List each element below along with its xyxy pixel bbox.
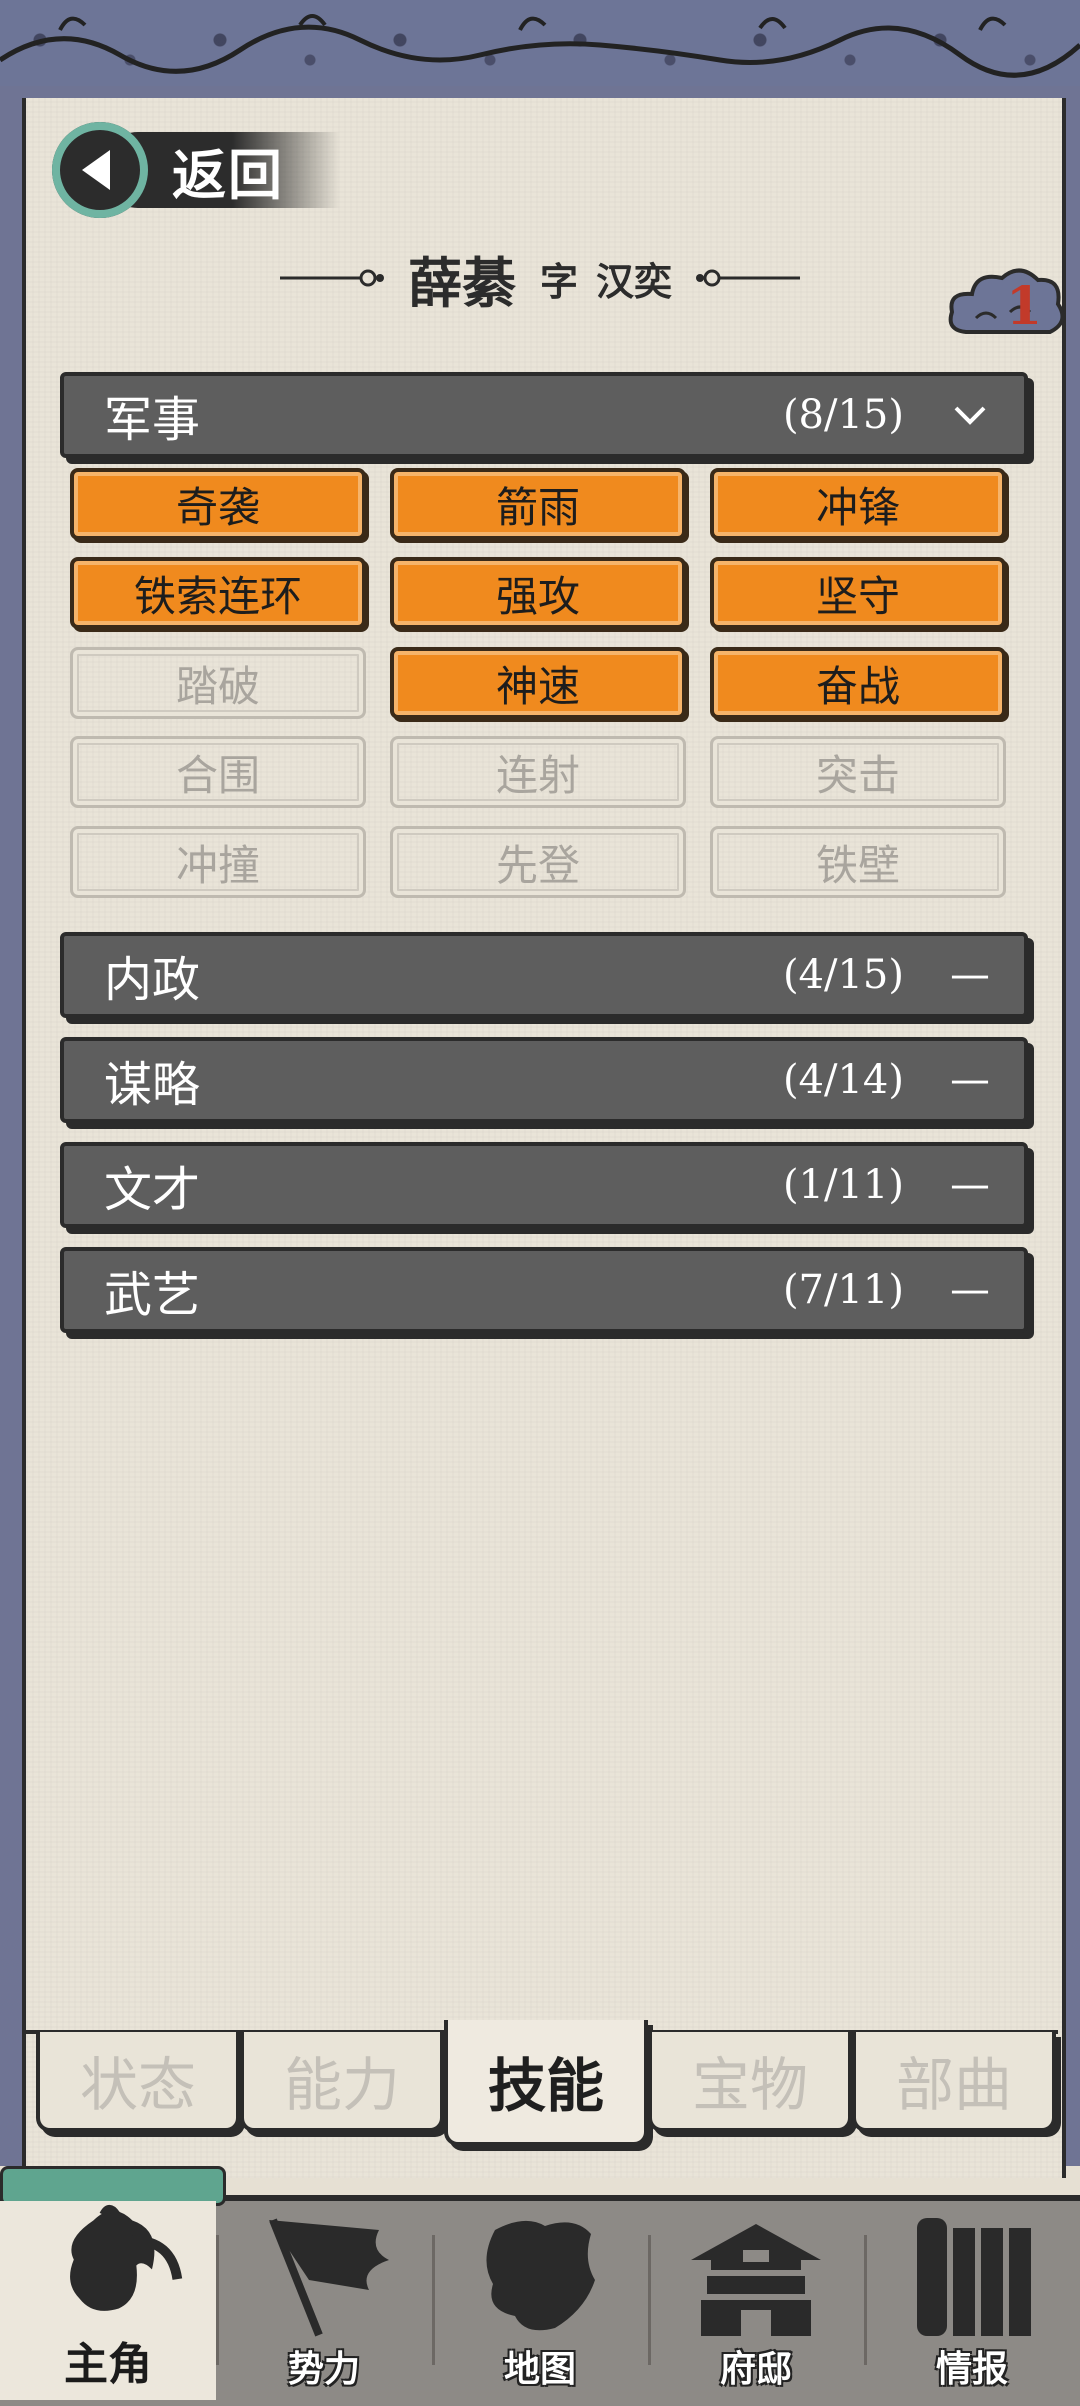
flag-icon <box>269 2218 389 2337</box>
tab-skills[interactable]: 技能 <box>444 2020 648 2146</box>
back-label: 返回 <box>172 142 284 207</box>
nav-mansion[interactable]: 府邸 <box>648 2201 864 2400</box>
section-count: (8/15) <box>782 392 904 438</box>
nav-label: 主角 <box>64 2339 152 2390</box>
section-header-strategy[interactable]: 谋略 (4/14) — <box>60 1037 1028 1123</box>
nav-hero[interactable]: 主角 <box>0 2201 216 2400</box>
section-count: (1/11) <box>782 1162 904 1208</box>
section-header-martial[interactable]: 武艺 (7/11) — <box>60 1247 1028 1333</box>
collapse-dash-icon[interactable]: — <box>950 1162 990 1208</box>
skill-button[interactable]: 奇袭 <box>70 468 366 540</box>
tab-treasure[interactable]: 宝物 <box>648 2032 852 2132</box>
section-title: 军事 <box>104 392 201 448</box>
section-header-literature[interactable]: 文才 (1/11) — <box>60 1142 1028 1228</box>
section-title: 文才 <box>104 1162 201 1218</box>
skill-button[interactable]: 先登 <box>390 826 686 898</box>
collapse-dash-icon[interactable]: — <box>950 1057 990 1103</box>
top-decorative-banner <box>0 0 1080 92</box>
scroll-icon <box>917 2218 1031 2336</box>
skill-button[interactable]: 连射 <box>390 736 686 808</box>
right-ornament-icon <box>696 269 801 287</box>
back-button[interactable]: 返回 <box>52 120 352 220</box>
tab-ability[interactable]: 能力 <box>240 2032 444 2132</box>
skill-button[interactable]: 突击 <box>710 736 1006 808</box>
mansion-icon <box>691 2224 821 2336</box>
hero-icon <box>70 2204 183 2311</box>
skill-button[interactable]: 箭雨 <box>390 468 686 540</box>
vine-pattern-icon <box>0 14 1080 78</box>
character-name: 薛綦 <box>407 250 516 315</box>
back-arrow-icon <box>52 122 148 218</box>
nav-intel[interactable]: 情报 <box>864 2201 1080 2400</box>
tab-troops[interactable]: 部曲 <box>852 2032 1056 2132</box>
chevron-down-icon[interactable] <box>950 392 990 438</box>
skill-button[interactable]: 强攻 <box>390 557 686 629</box>
skill-button[interactable]: 神速 <box>390 647 686 719</box>
skill-button[interactable]: 踏破 <box>70 647 366 719</box>
collapse-dash-icon[interactable]: — <box>950 952 990 998</box>
notification-cloud-badge[interactable]: 1 <box>946 262 1066 352</box>
zi-label: 字 <box>539 259 578 304</box>
map-icon <box>486 2220 595 2331</box>
skill-button[interactable]: 奋战 <box>710 647 1006 719</box>
section-count: (4/14) <box>782 1057 904 1103</box>
section-title: 谋略 <box>104 1057 201 1113</box>
skill-button[interactable]: 铁壁 <box>710 826 1006 898</box>
skill-button[interactable]: 冲撞 <box>70 826 366 898</box>
character-name-header: 薛綦 字 汉奕 <box>0 238 1080 318</box>
active-nav-ornament <box>0 2166 226 2206</box>
skill-button[interactable]: 铁索连环 <box>70 557 366 629</box>
section-count: (4/15) <box>782 952 904 998</box>
section-title: 内政 <box>104 952 201 1008</box>
section-header-administration[interactable]: 内政 (4/15) — <box>60 932 1028 1018</box>
nav-label: 府邸 <box>719 2348 792 2390</box>
tab-status[interactable]: 状态 <box>36 2032 240 2132</box>
section-title: 武艺 <box>104 1267 201 1323</box>
left-ornament-icon <box>279 269 384 287</box>
section-count: (7/11) <box>782 1267 904 1313</box>
nav-label: 地图 <box>503 2348 576 2390</box>
section-header-military[interactable]: 军事 (8/15) <box>60 372 1028 458</box>
badge-count: 1 <box>1006 276 1043 337</box>
skill-button[interactable]: 冲锋 <box>710 468 1006 540</box>
skill-button[interactable]: 坚守 <box>710 557 1006 629</box>
nav-label: 情报 <box>935 2348 1008 2390</box>
collapse-dash-icon[interactable]: — <box>950 1267 990 1313</box>
nav-map[interactable]: 地图 <box>432 2201 648 2400</box>
nav-label: 势力 <box>287 2348 360 2390</box>
nav-faction[interactable]: 势力 <box>216 2201 432 2400</box>
skill-button[interactable]: 合围 <box>70 736 366 808</box>
courtesy-name: 汉奕 <box>596 259 673 304</box>
